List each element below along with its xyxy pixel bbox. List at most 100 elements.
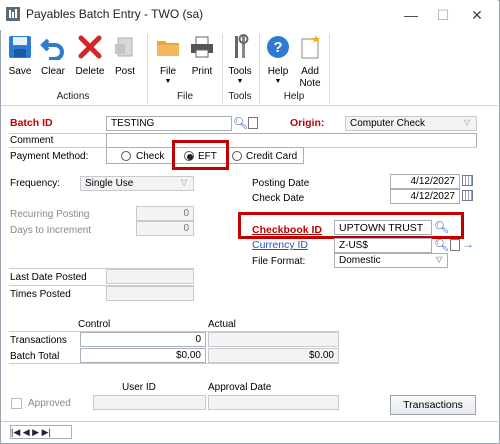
posting-date-input[interactable]: 4/12/2027 <box>390 174 460 189</box>
comment-input[interactable] <box>106 133 477 148</box>
approved-checkbox[interactable] <box>11 398 22 409</box>
posting-date-label: Posting Date <box>252 178 310 189</box>
help-button[interactable]: ? Help ▼ <box>263 32 293 90</box>
check-date-label: Check Date <box>252 193 305 204</box>
eft-highlight-box <box>172 140 229 170</box>
actual-header: Actual <box>208 319 236 330</box>
calendar-icon[interactable] <box>462 190 473 201</box>
batch-total-label: Batch Total <box>10 351 60 362</box>
control-header: Control <box>78 319 111 330</box>
days-to-increment-label: Days to Increment <box>10 225 92 236</box>
help-icon: ? <box>267 36 289 58</box>
printer-icon <box>191 36 213 58</box>
delete-button[interactable]: Delete <box>73 32 107 90</box>
batch-id-label: Batch ID <box>10 117 53 129</box>
add-note-button[interactable]: Add Note <box>295 32 325 90</box>
delete-label: Delete <box>75 66 105 77</box>
save-button[interactable]: Save <box>5 32 35 90</box>
save-icon <box>9 36 31 58</box>
help-group-label: Help <box>283 91 305 102</box>
last-date-posted-value <box>106 269 194 284</box>
currency-id-input[interactable]: Z-US$ <box>334 238 432 253</box>
chevron-down-icon: ▽ <box>464 118 471 127</box>
app-icon <box>6 7 20 21</box>
chevron-down-icon: ▼ <box>274 78 282 85</box>
chevron-down-icon: ▽ <box>181 178 188 187</box>
chevron-down-icon: ▼ <box>164 78 172 85</box>
transactions-actual-value <box>208 332 339 347</box>
window-title: Payables Batch Entry - TWO (sa) <box>26 7 204 21</box>
svg-text:?: ? <box>273 39 282 56</box>
lookup-icon[interactable]: 🔍︎ <box>434 238 449 252</box>
times-posted-label: Times Posted <box>10 289 71 300</box>
file-label: File <box>159 66 177 77</box>
lookup-icon[interactable]: 🔍︎ <box>233 116 248 130</box>
tools-icon <box>235 34 249 58</box>
last-date-posted-label: Last Date Posted <box>10 272 87 283</box>
origin-dropdown[interactable]: Computer Check <box>345 116 477 131</box>
group-separator <box>147 34 148 104</box>
approved-label: Approved <box>28 398 71 409</box>
record-navigation[interactable]: |◀ ◀ ▶ ▶| <box>10 425 72 439</box>
times-posted-value <box>106 286 194 301</box>
post-button[interactable]: Post <box>109 32 141 90</box>
close-button[interactable]: ✕ <box>460 4 494 26</box>
clear-label: Clear <box>41 66 65 77</box>
currency-id-link[interactable]: Currency ID <box>252 239 308 251</box>
frequency-dropdown[interactable]: Single Use <box>80 176 194 191</box>
add-note-label: Add Note <box>299 66 321 89</box>
file-group-label: File <box>176 91 194 102</box>
expansion-arrow-icon[interactable]: → <box>462 237 474 251</box>
actions-group-label: Actions <box>56 91 90 102</box>
file-button[interactable]: File ▼ <box>153 32 183 90</box>
row-divider <box>9 363 339 364</box>
days-to-increment-input[interactable]: 0 <box>136 221 194 236</box>
user-id-header: User ID <box>122 382 156 393</box>
transactions-control-input[interactable]: 0 <box>80 332 206 347</box>
print-label: Print <box>191 66 213 77</box>
checkbook-highlight-box <box>238 212 464 239</box>
comment-label: Comment <box>10 135 54 146</box>
transactions-label: Transactions <box>10 335 67 346</box>
check-radio[interactable] <box>121 151 131 161</box>
group-separator <box>259 34 260 104</box>
batch-total-control-input[interactable]: $0.00 <box>80 348 206 363</box>
payment-method-label: Payment Method: <box>10 151 89 162</box>
note-icon <box>301 35 320 59</box>
new-document-icon[interactable] <box>248 117 258 129</box>
status-bar <box>1 421 498 443</box>
batch-total-actual-value: $0.00 <box>208 348 339 363</box>
tools-label: Tools <box>228 66 252 77</box>
user-id-value <box>93 395 206 410</box>
delete-x-icon <box>78 35 102 59</box>
transactions-button[interactable]: Transactions <box>390 395 476 415</box>
record-nav-buttons[interactable]: |◀ ◀ ▶ ▶| <box>11 427 51 437</box>
ribbon-toolbar: Save Clear Delete Post Actions File ▼ Pr… <box>1 30 498 106</box>
new-document-icon[interactable] <box>450 239 460 251</box>
credit-card-radio-label: Credit Card <box>246 151 298 162</box>
recurring-posting-input[interactable]: 0 <box>136 206 194 221</box>
frequency-label: Frequency: <box>10 178 61 189</box>
check-radio-label: Check <box>136 151 165 162</box>
recurring-posting-label: Recurring Posting <box>10 209 90 220</box>
batch-id-input[interactable]: TESTING <box>106 116 232 131</box>
file-format-dropdown[interactable]: Domestic <box>334 253 448 268</box>
print-button[interactable]: Print <box>187 32 217 90</box>
post-icon <box>115 37 133 57</box>
minimize-button[interactable]: — <box>394 4 428 26</box>
tools-button[interactable]: Tools ▼ <box>225 32 255 90</box>
maximize-button[interactable]: ☐ <box>426 4 460 26</box>
group-separator <box>222 34 223 104</box>
chevron-down-icon: ▽ <box>436 255 443 264</box>
undo-icon <box>40 38 64 60</box>
title-bar: Payables Batch Entry - TWO (sa) — ☐ ✕ <box>0 0 498 30</box>
chevron-down-icon: ▼ <box>236 78 244 85</box>
calendar-icon[interactable] <box>462 175 473 186</box>
clear-button[interactable]: Clear <box>37 32 69 90</box>
origin-label: Origin: <box>290 117 325 129</box>
credit-card-radio[interactable] <box>232 151 242 161</box>
folder-icon <box>157 41 179 56</box>
tools-group-label: Tools <box>228 91 252 102</box>
approval-date-header: Approval Date <box>208 382 272 393</box>
check-date-input[interactable]: 4/12/2027 <box>390 189 460 204</box>
